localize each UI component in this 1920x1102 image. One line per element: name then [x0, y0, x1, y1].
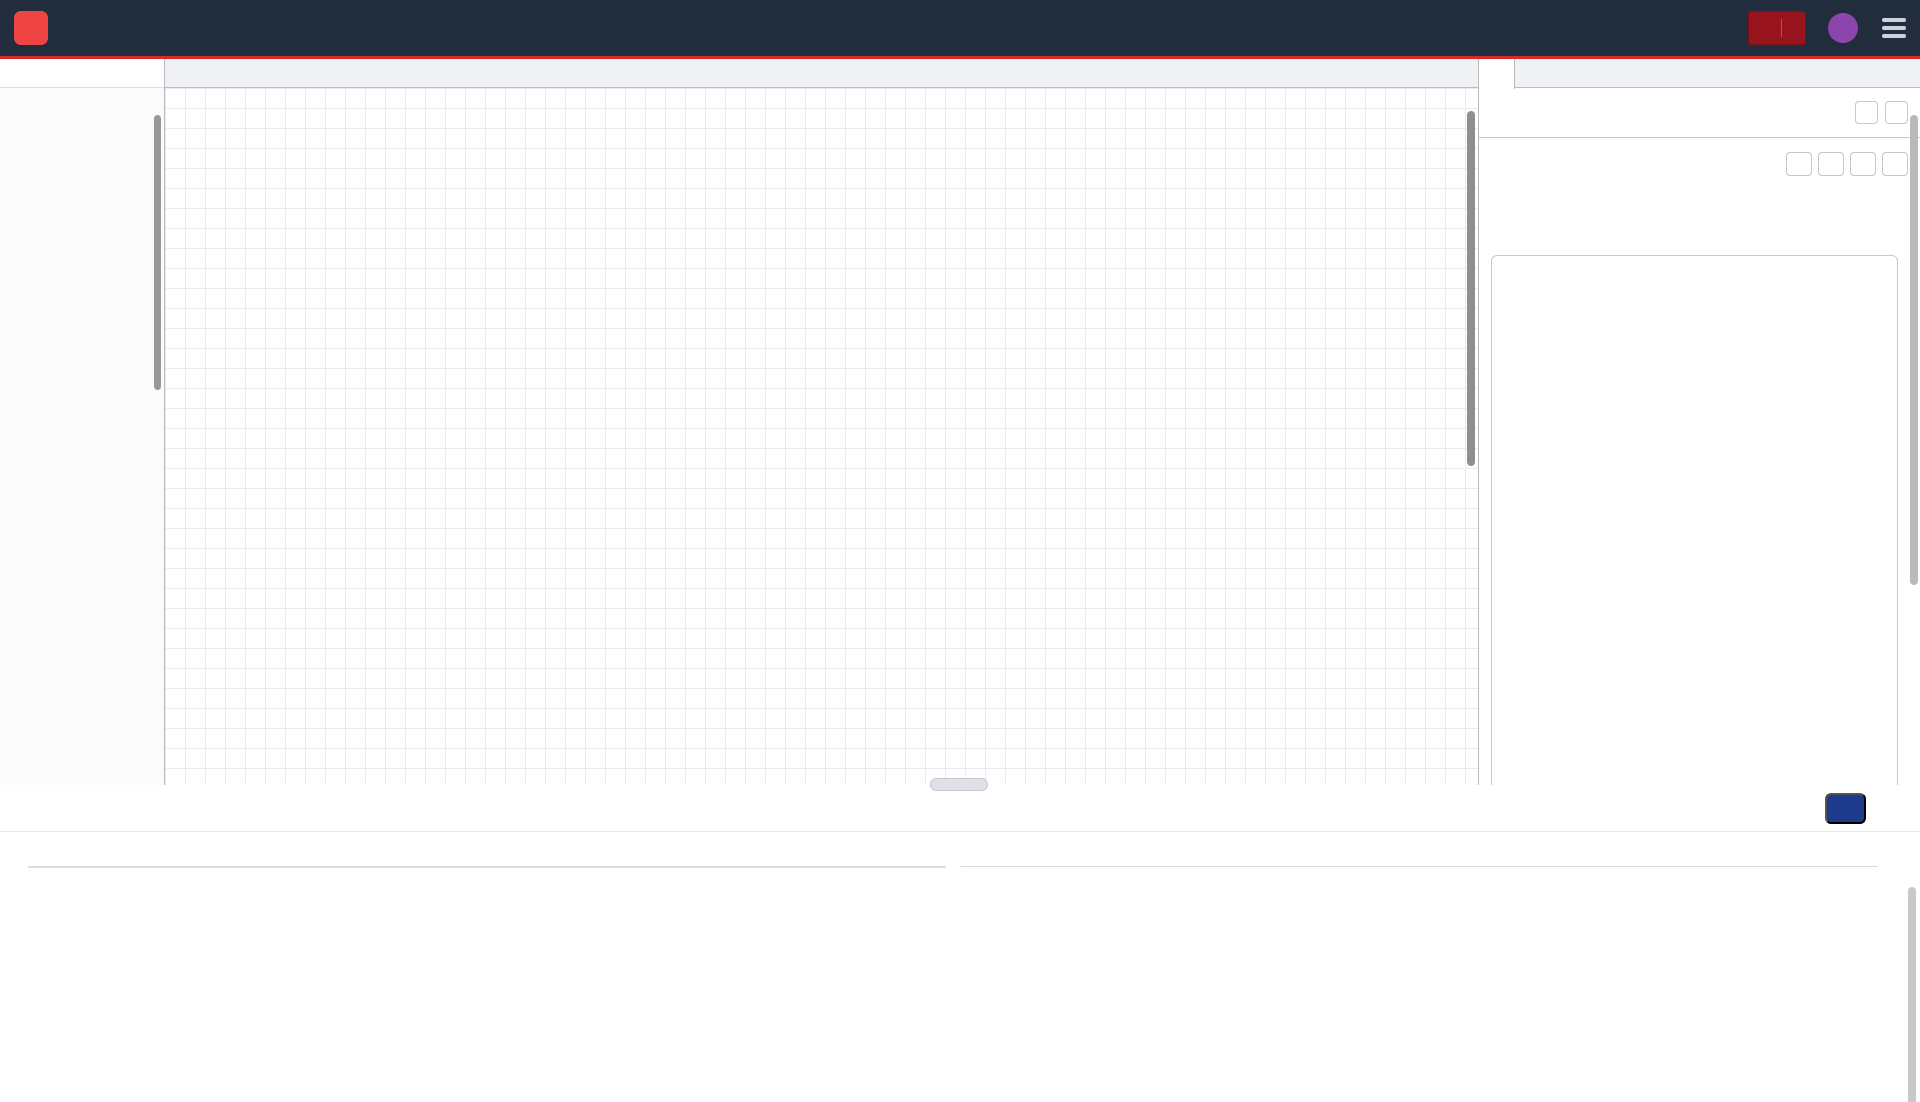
- actions-button[interactable]: [1825, 793, 1866, 824]
- edit-settings-button[interactable]: [1855, 101, 1878, 124]
- workspace-area: [0, 59, 1920, 785]
- add-page-button[interactable]: [1882, 152, 1908, 176]
- dashboard-header: [1491, 101, 1908, 124]
- instance-panel: [0, 785, 1920, 1102]
- info-card: [28, 866, 946, 868]
- pages-header: [1491, 152, 1908, 176]
- tab-dashboard-2[interactable]: [1479, 59, 1515, 89]
- expand-all-button[interactable]: [1818, 152, 1844, 176]
- divider: [1781, 19, 1782, 37]
- hamburger-menu-icon[interactable]: [1882, 18, 1906, 38]
- dashboard-tabs: [1479, 137, 1920, 138]
- sidebar-scrollbar[interactable]: [1910, 115, 1918, 585]
- activity-card: [960, 866, 1878, 867]
- pages-tree: [1491, 255, 1898, 825]
- flow-canvas[interactable]: [165, 88, 1478, 785]
- app: [0, 0, 1920, 1102]
- filter-nodes-input[interactable]: [14, 66, 129, 81]
- avatar[interactable]: [1828, 13, 1858, 43]
- instance-nav: [0, 785, 1920, 832]
- deploy-button[interactable]: [1748, 11, 1806, 45]
- flow-tabbar: [165, 59, 1478, 88]
- header: [0, 0, 1920, 56]
- palette-scroll: [0, 88, 164, 785]
- flow-workspace: [165, 59, 1478, 785]
- instance-content: [0, 832, 1920, 1102]
- palette-scrollbar[interactable]: [154, 115, 161, 390]
- open-dashboard-button[interactable]: [1885, 101, 1908, 124]
- flowfuse-logo-icon: [14, 11, 48, 45]
- add-link-button[interactable]: [1850, 152, 1876, 176]
- panel-scrollbar[interactable]: [1908, 887, 1916, 1102]
- node-palette: [0, 59, 165, 785]
- canvas-scrollbar[interactable]: [1467, 111, 1475, 466]
- dashboard-sidebar: [1478, 59, 1920, 785]
- recent-activity-section: [960, 852, 1878, 867]
- info-section: [28, 852, 946, 868]
- palette-filter: [0, 59, 164, 88]
- collapse-all-button[interactable]: [1786, 152, 1812, 176]
- sidebar-tabbar: [1479, 59, 1920, 88]
